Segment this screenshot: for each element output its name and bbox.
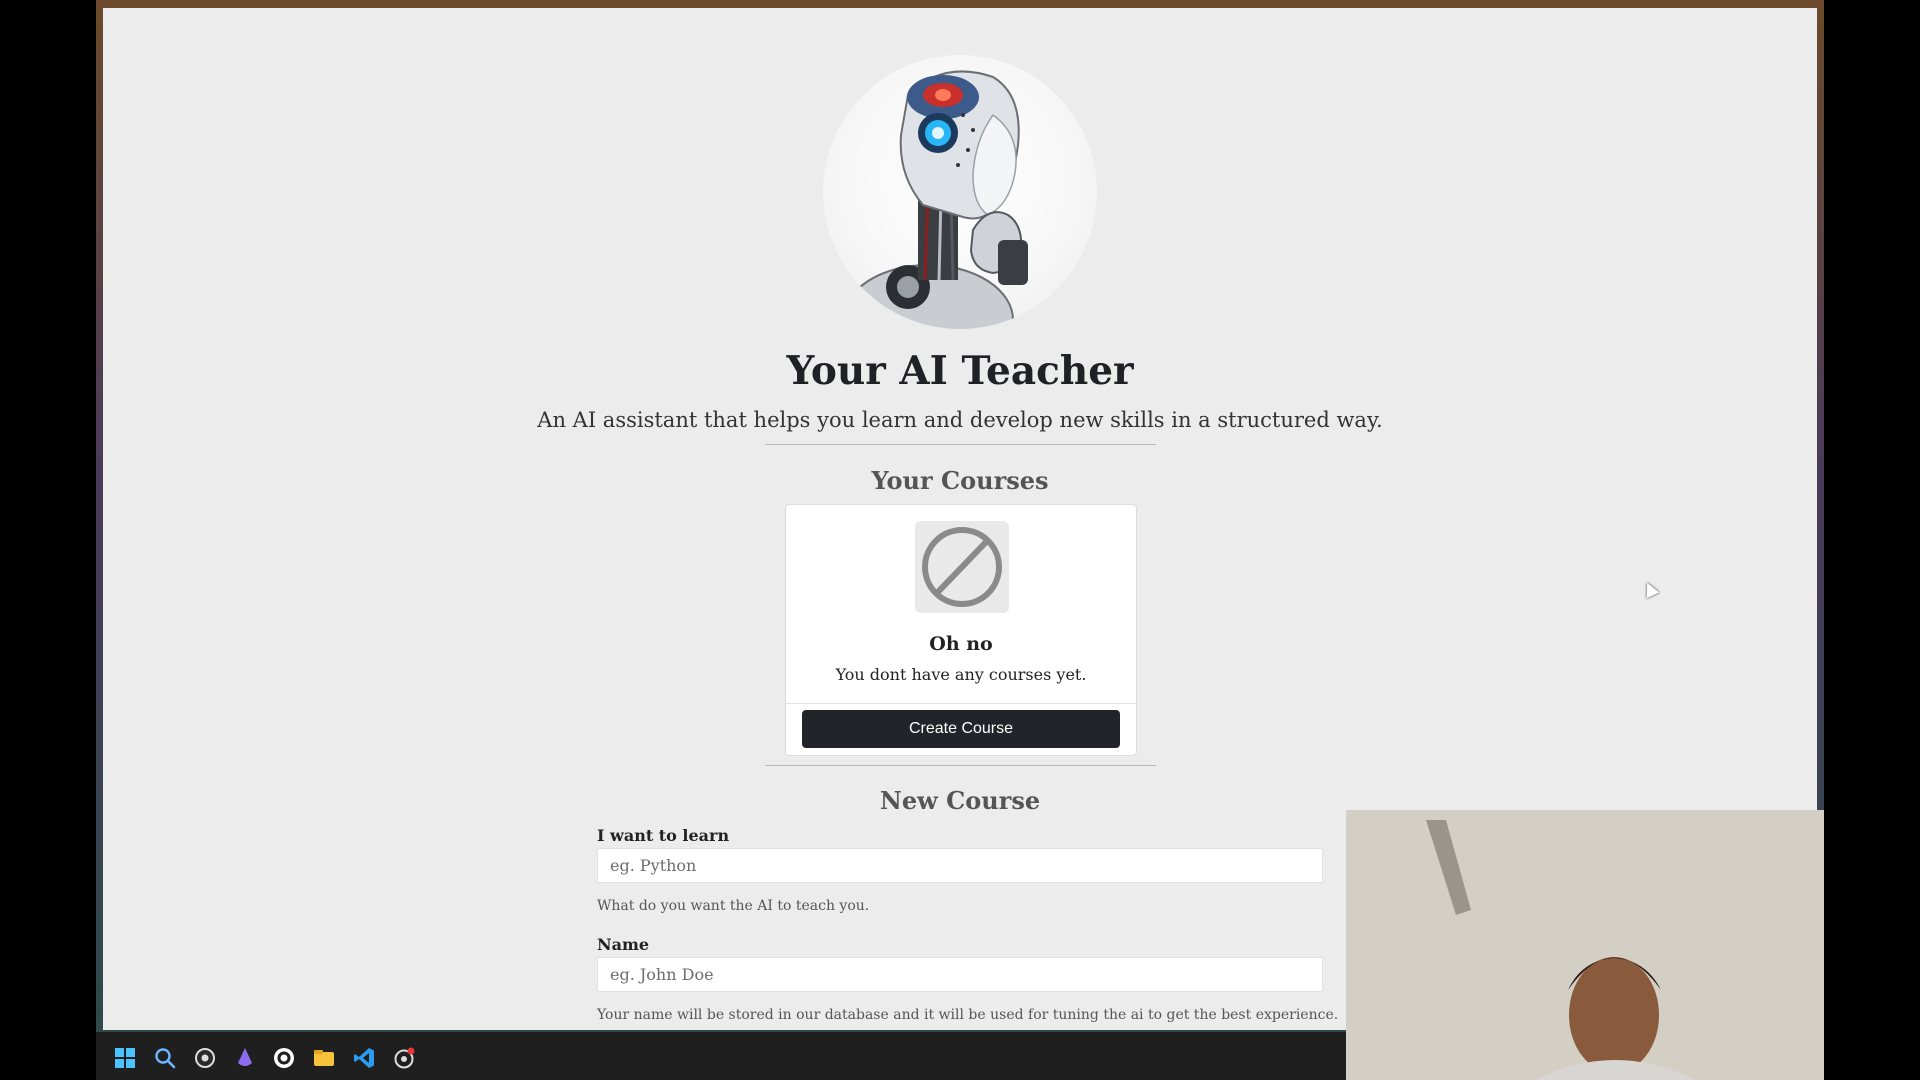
card-footer-divider <box>786 703 1136 704</box>
vscode-icon[interactable] <box>352 1046 376 1070</box>
obs-icon[interactable] <box>193 1046 217 1070</box>
mouse-cursor-icon <box>1640 579 1660 599</box>
divider <box>765 444 1156 445</box>
create-course-button[interactable]: Create Course <box>802 710 1120 748</box>
your-courses-heading: Your Courses <box>871 466 1049 495</box>
page-subtitle: An AI assistant that helps you learn and… <box>537 408 1383 432</box>
app-purple-icon[interactable] <box>233 1046 257 1070</box>
divider <box>765 765 1156 766</box>
name-input[interactable] <box>597 957 1323 992</box>
learn-field-label: I want to learn <box>597 826 730 845</box>
name-field-help: Your name will be stored in our database… <box>597 1007 1339 1023</box>
ubisoft-icon[interactable] <box>272 1046 296 1070</box>
learn-field-help: What do you want the AI to teach you. <box>597 898 870 914</box>
no-entry-icon <box>915 521 1009 613</box>
empty-state-message: You dont have any courses yet. <box>835 665 1087 684</box>
page-title: Your AI Teacher <box>786 348 1134 394</box>
recording-app-icon[interactable] <box>392 1046 416 1070</box>
file-explorer-icon[interactable] <box>312 1046 336 1070</box>
windows-start-icon[interactable] <box>113 1046 137 1070</box>
learn-topic-input[interactable] <box>597 848 1323 883</box>
empty-state-title: Oh no <box>929 633 993 655</box>
search-icon[interactable] <box>153 1046 177 1070</box>
name-field-label: Name <box>597 935 650 954</box>
courses-card: Oh no You dont have any courses yet. Cre… <box>785 504 1137 756</box>
ai-robot-avatar <box>823 55 1097 329</box>
webcam-video-overlay <box>1346 810 1824 1080</box>
